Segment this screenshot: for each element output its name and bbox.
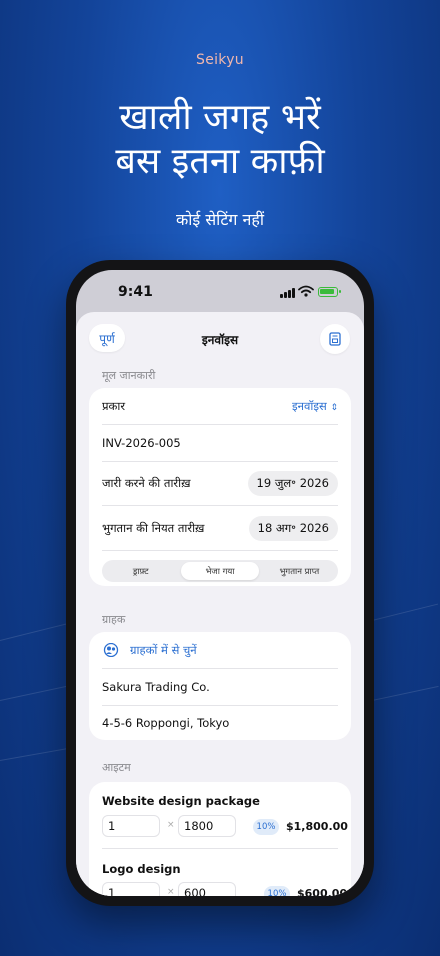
invoice-number-value: INV-2026-005 <box>102 436 181 450</box>
multiply-sign: × <box>167 887 175 896</box>
divider <box>102 848 338 849</box>
status-bar: 9:41 <box>76 270 364 314</box>
customer-address-field[interactable]: 4-5-6 Roppongi, Tokyo <box>102 705 338 741</box>
issue-date-picker[interactable]: 19 जुल॰ 2026 <box>247 470 338 496</box>
invoice-preview-icon <box>329 332 341 346</box>
item-price-input[interactable]: 600 <box>178 882 236 896</box>
segment-sent[interactable]: भेजा गया <box>181 562 259 580</box>
section-label-items: आइटम <box>102 761 131 774</box>
divider <box>102 550 338 551</box>
customer-card: ग्राहकों में से चुनें Sakura Trading Co.… <box>89 632 351 740</box>
battery-icon <box>318 287 341 297</box>
tax-rate-badge[interactable]: 10% <box>253 819 279 835</box>
multiply-sign: × <box>167 820 175 830</box>
section-label-basic-info: मूल जानकारी <box>102 369 156 382</box>
chevron-up-down-icon: ⇕ <box>330 402 338 413</box>
type-value: इनवॉइस <box>291 398 327 413</box>
item-price-input[interactable]: 1800 <box>178 815 236 837</box>
headline: खाली जगह भरें बस इतना काफ़ी <box>0 96 440 184</box>
divider <box>102 461 338 462</box>
brand-name: Seikyu <box>196 52 244 68</box>
subtitle: कोई सेटिंग नहीं <box>175 210 264 229</box>
segment-paid[interactable]: भुगतान प्राप्त <box>261 560 338 582</box>
type-picker[interactable]: इनवॉइस ⇕ <box>292 399 338 414</box>
status-segmented-control: ड्राफ़्ट भेजा गया भुगतान प्राप्त <box>102 560 338 582</box>
background-line <box>371 603 439 621</box>
type-label: प्रकार <box>102 398 126 413</box>
customer-address: 4-5-6 Roppongi, Tokyo <box>102 716 230 730</box>
wifi-icon <box>298 285 314 297</box>
customer-name: Sakura Trading Co. <box>102 680 210 694</box>
item-name: Website design package <box>102 794 260 808</box>
divider <box>102 505 338 506</box>
type-row[interactable]: प्रकार इनवॉइस ⇕ <box>102 388 338 424</box>
headline-line-1: खाली जगह भरें <box>119 97 321 138</box>
tax-rate-badge[interactable]: 10% <box>264 886 290 896</box>
due-date-label: भुगतान की नियत तारीख़ <box>102 520 205 535</box>
item-name: Logo design <box>102 862 181 876</box>
due-date-picker[interactable]: 18 अग॰ 2026 <box>248 515 338 541</box>
section-label-customer: ग्राहक <box>102 613 126 626</box>
items-card: Website design package 1 × 1800 10% $1,8… <box>89 782 351 896</box>
item-qty-input[interactable]: 1 <box>102 815 160 837</box>
invoice-sheet: पूर्ण इनवॉइस मूल जानकारी प्रकार इनवॉइस ⇕ <box>76 312 364 896</box>
customer-name-field[interactable]: Sakura Trading Co. <box>102 669 338 705</box>
segment-draft[interactable]: ड्राफ़्ट <box>102 560 179 582</box>
cellular-signal-icon <box>280 288 296 298</box>
invoice-number-field[interactable]: INV-2026-005 <box>102 425 338 461</box>
item-qty-input[interactable]: 1 <box>102 882 160 896</box>
invoice-preview-button[interactable] <box>320 324 350 354</box>
choose-customer-button[interactable]: ग्राहकों में से चुनें <box>102 632 338 668</box>
phone-frame: 9:41 पूर्ण इनवॉइस मूल जानकारी प्रकार इनव… <box>66 260 374 906</box>
background-line <box>371 685 439 701</box>
headline-line-2: बस इतना काफ़ी <box>115 141 325 182</box>
people-icon <box>103 643 119 657</box>
status-time: 9:41 <box>118 284 153 300</box>
item-amount: $600.00 <box>297 887 348 896</box>
issue-date-label: जारी करने की तारीख़ <box>102 475 191 490</box>
phone-screen: 9:41 पूर्ण इनवॉइस मूल जानकारी प्रकार इनव… <box>76 270 364 896</box>
item-amount: $1,800.00 <box>286 820 348 833</box>
choose-customer-label: ग्राहकों में से चुनें <box>130 642 197 657</box>
due-date-row: भुगतान की नियत तारीख़ 18 अग॰ 2026 <box>102 510 338 546</box>
issue-date-row: जारी करने की तारीख़ 19 जुल॰ 2026 <box>102 465 338 501</box>
basic-info-card: प्रकार इनवॉइस ⇕ INV-2026-005 जारी करने क… <box>89 388 351 586</box>
